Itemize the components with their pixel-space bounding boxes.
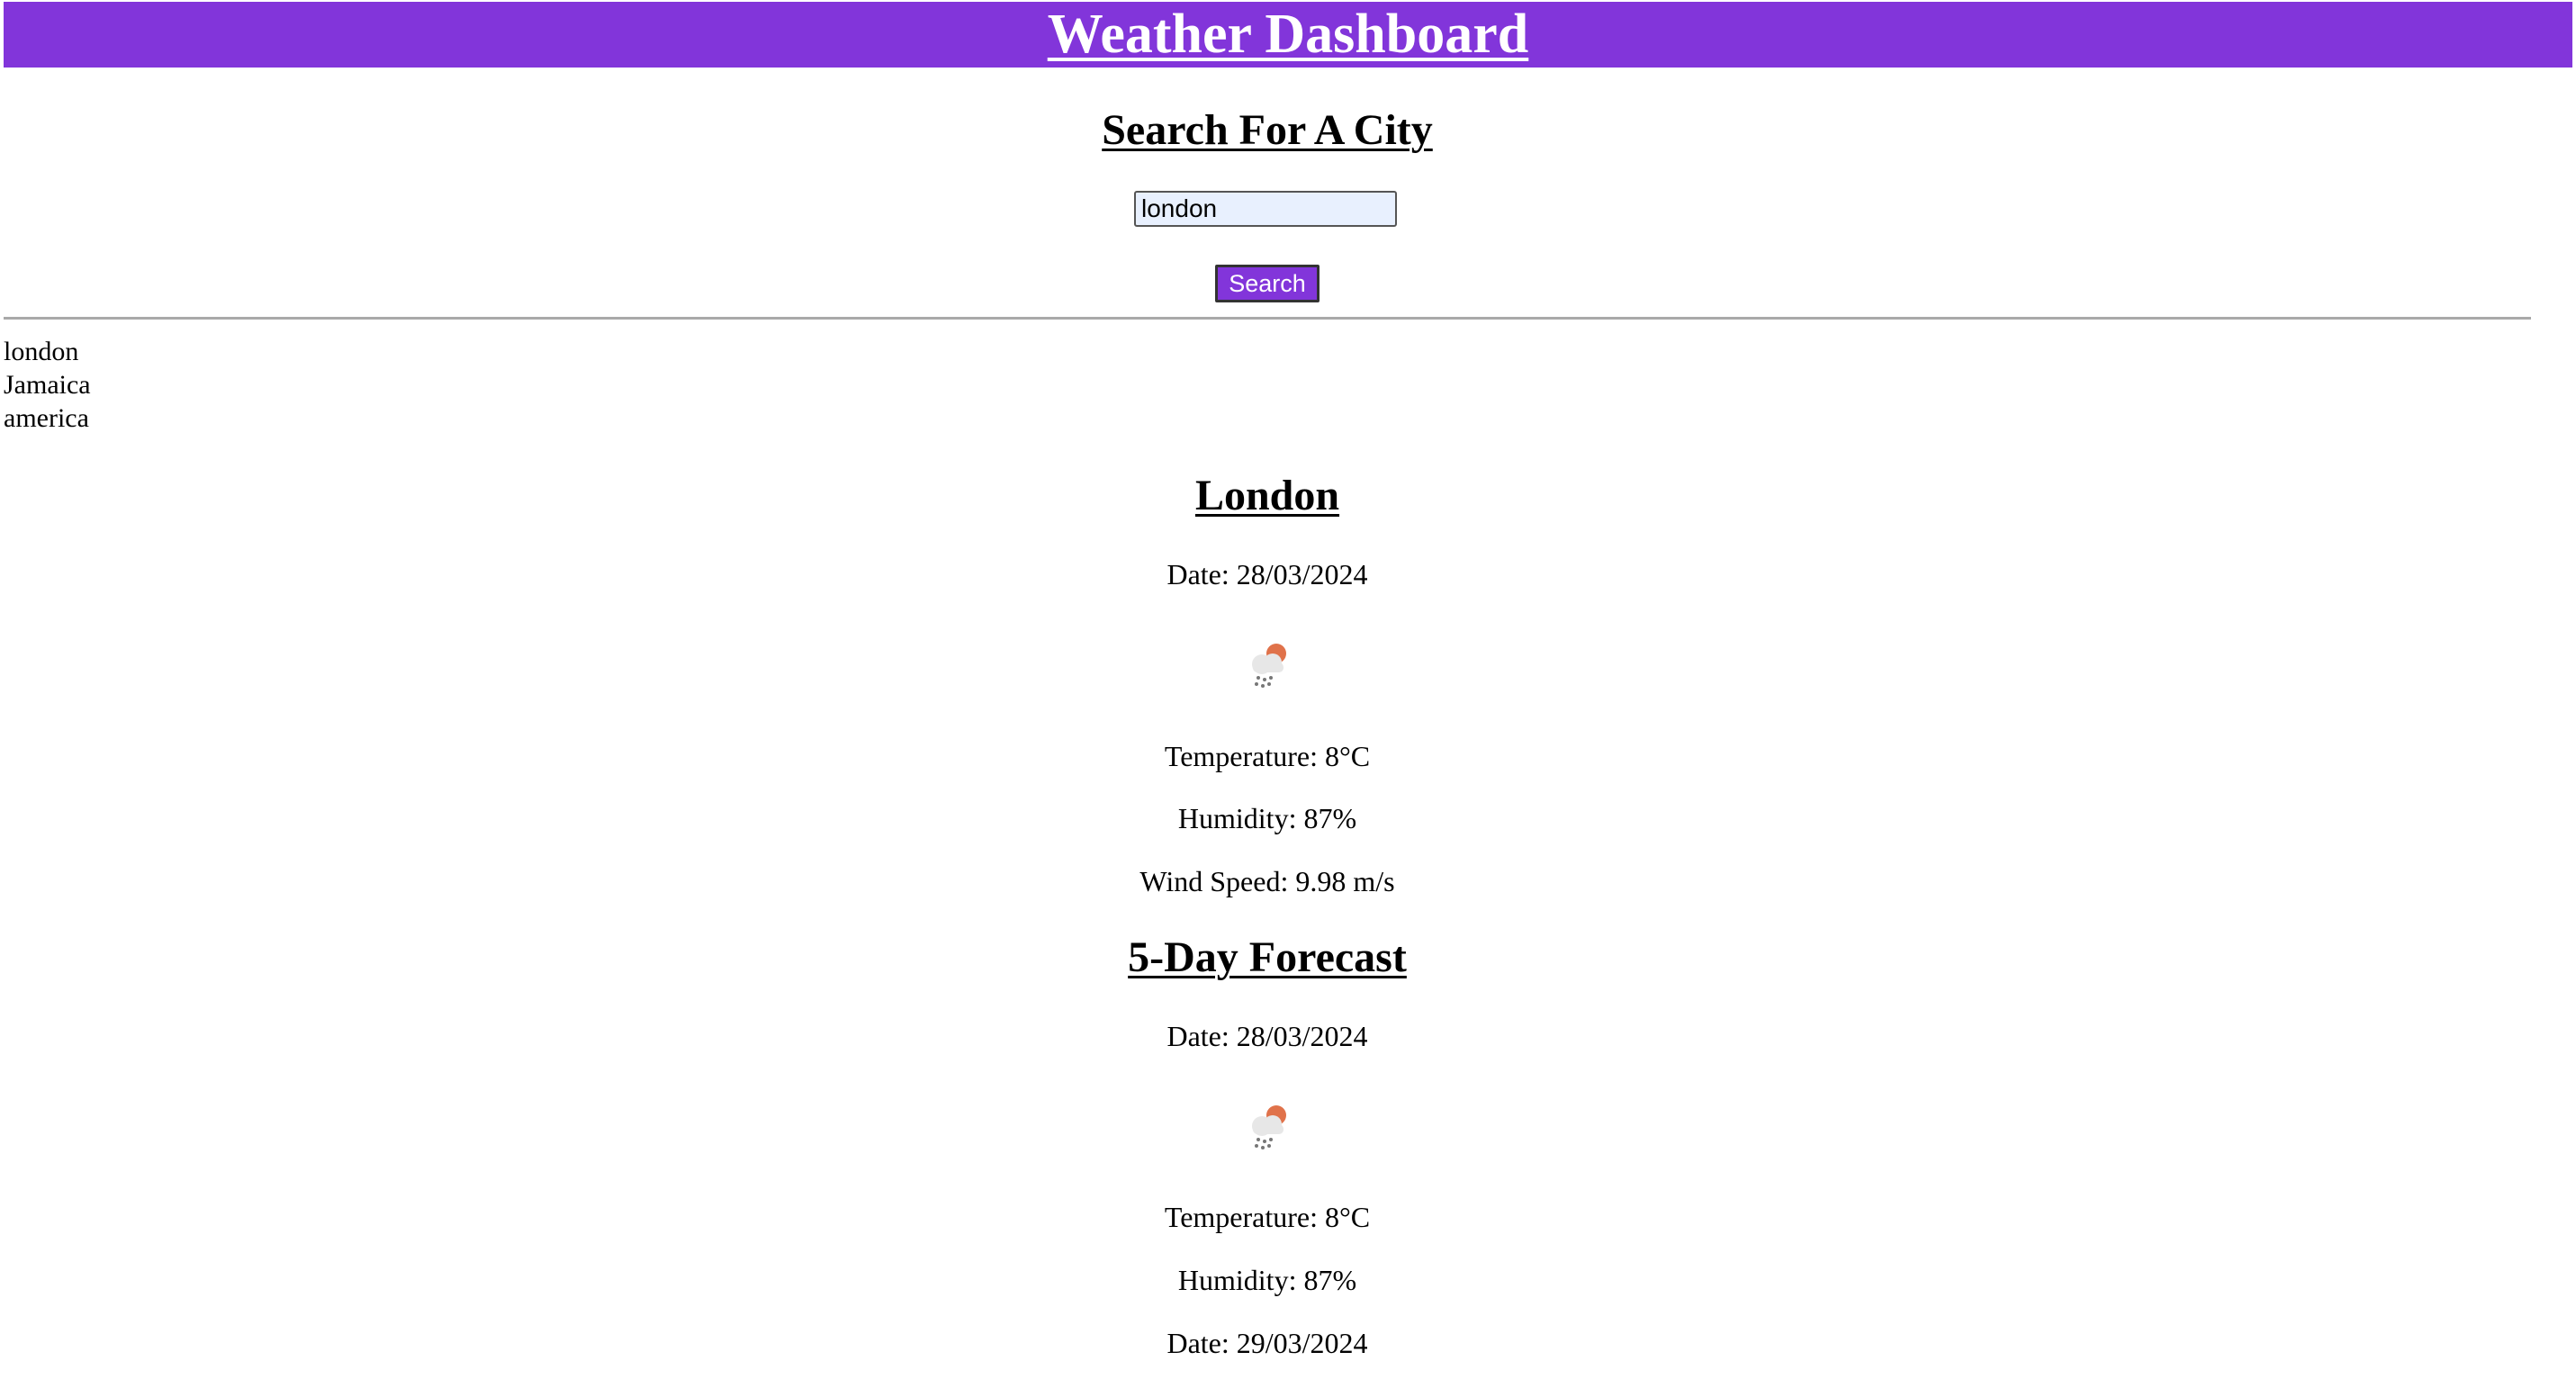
current-humidity: Humidity: 87% <box>1177 802 1357 834</box>
search-history: london Jamaica america <box>4 335 91 435</box>
forecast-title: 5-Day Forecast <box>1128 933 1407 981</box>
current-wind-speed: Wind Speed: 9.98 m/s <box>1139 865 1395 897</box>
forecast-day-2-date: Date: 29/03/2024 <box>1166 1327 1368 1359</box>
search-button[interactable]: Search <box>1215 265 1320 302</box>
forecast-day-1-icon-wrap <box>0 1099 2535 1153</box>
city-search-input[interactable] <box>1134 191 1397 227</box>
page-title[interactable]: Weather Dashboard <box>4 2 2572 68</box>
forecast-day-1-date: Date: 28/03/2024 <box>1166 1020 1368 1052</box>
light-rain-sun-icon <box>1240 637 1294 691</box>
forecast-day-1-temperature: Temperature: 8°C <box>1164 1201 1371 1233</box>
search-form: Search <box>0 99 2535 315</box>
current-city-name: London <box>1194 472 1340 519</box>
history-item-jamaica[interactable]: Jamaica <box>4 368 91 401</box>
history-item-america[interactable]: america <box>4 401 91 435</box>
current-weather-icon-wrap <box>0 637 2535 691</box>
light-rain-sun-icon <box>1240 1099 1294 1153</box>
app-header: Weather Dashboard <box>4 2 2572 68</box>
current-date: Date: 28/03/2024 <box>1166 558 1368 590</box>
history-item-london[interactable]: london <box>4 335 91 368</box>
divider <box>4 317 2531 320</box>
current-temperature: Temperature: 8°C <box>1164 740 1371 772</box>
forecast-day-1-humidity: Humidity: 87% <box>1177 1264 1357 1296</box>
